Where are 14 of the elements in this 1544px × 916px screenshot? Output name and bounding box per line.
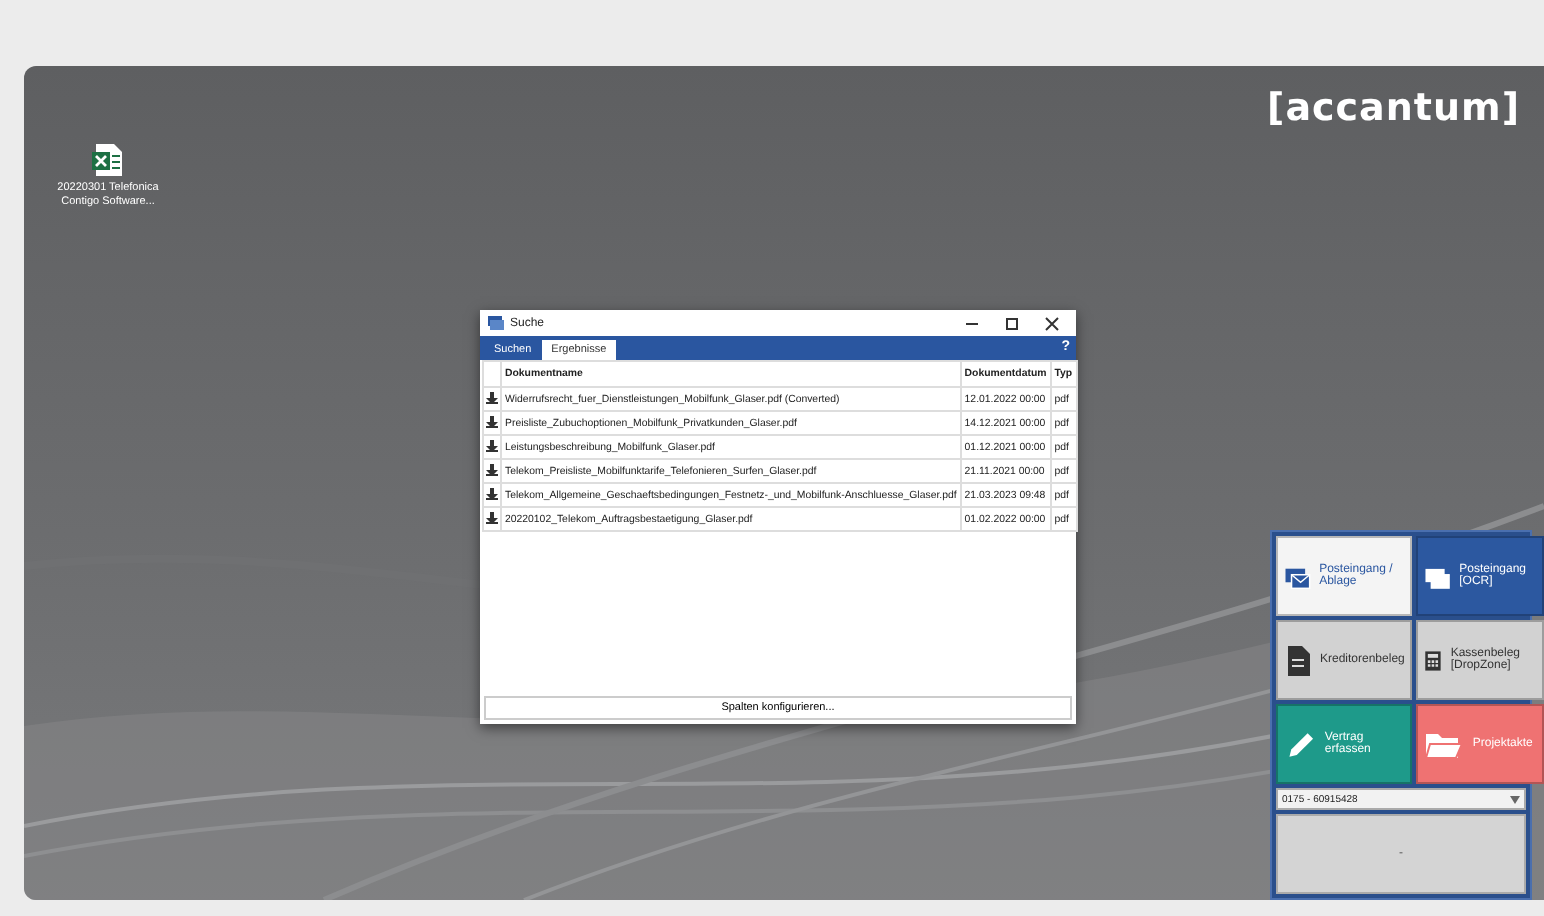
close-icon[interactable] xyxy=(1044,315,1060,331)
download-icon xyxy=(486,415,498,427)
spreadsheet-file-icon xyxy=(92,142,124,178)
search-window-icon xyxy=(488,316,504,330)
accantum-logo: [accantum] xyxy=(1267,86,1520,130)
pencil-icon xyxy=(1284,727,1317,761)
download-icon xyxy=(486,511,498,523)
download-icon xyxy=(486,487,498,499)
download-icon xyxy=(486,463,498,475)
download-icon xyxy=(486,439,498,451)
dropdown-caret-icon xyxy=(1510,795,1520,803)
document-icon xyxy=(1284,643,1312,677)
download-icon xyxy=(486,391,498,403)
maximize-icon[interactable] xyxy=(1004,315,1020,331)
